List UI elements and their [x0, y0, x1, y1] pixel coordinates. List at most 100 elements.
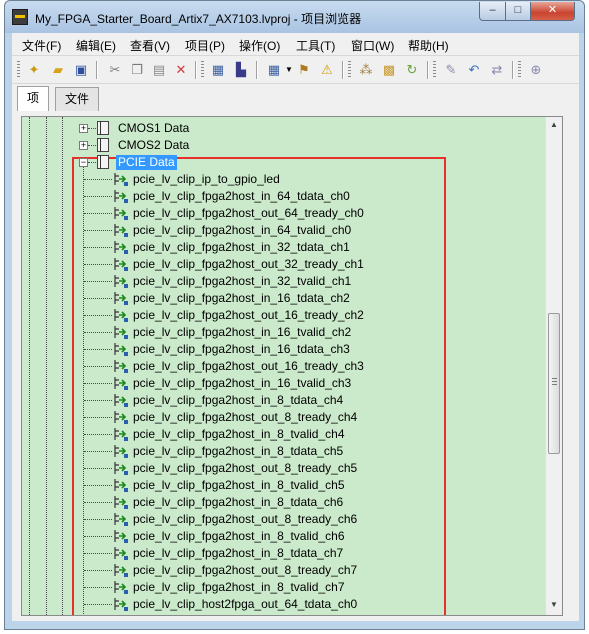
tree-item-row[interactable]: pcie_lv_clip_fpga2host_out_8_tready_ch6: [22, 511, 542, 528]
tree-item-row[interactable]: pcie_lv_clip_fpga2host_in_64_tdata_ch0: [22, 188, 542, 205]
tab-files[interactable]: 文件: [55, 87, 100, 111]
tree-item-label[interactable]: pcie_lv_clip_fpga2host_out_16_tready_ch2: [133, 308, 364, 323]
tree-folder-row[interactable]: + CMOS2 Data: [22, 137, 542, 154]
tree-item-label[interactable]: pcie_lv_clip_fpga2host_out_8_tready_ch6: [133, 512, 357, 527]
menu-project[interactable]: 项目(P): [185, 37, 225, 54]
tree-item-row[interactable]: pcie_lv_clip_host2fpga_out_64_tdata_ch0: [22, 596, 542, 613]
undo-icon[interactable]: ↶: [466, 62, 482, 78]
tree-item-row[interactable]: pcie_lv_clip_fpga2host_out_32_tready_ch1: [22, 256, 542, 273]
menu-help[interactable]: 帮助(H): [408, 37, 449, 54]
tree-folder-label[interactable]: CMOS1 Data: [118, 121, 189, 136]
copy-icon[interactable]: ❐: [129, 62, 145, 78]
tree-item-label[interactable]: pcie_lv_clip_fpga2host_in_8_tvalid_ch5: [133, 478, 345, 493]
menu-view[interactable]: 查看(V): [130, 37, 170, 54]
scroll-down-icon[interactable]: ▼: [546, 597, 562, 613]
tree-item-label[interactable]: pcie_lv_clip_fpga2host_in_8_tdata_ch5: [133, 444, 343, 459]
tree-item-row[interactable]: pcie_lv_clip_fpga2host_out_8_tready_ch4: [22, 409, 542, 426]
tree-item-row[interactable]: pcie_lv_clip_fpga2host_in_8_tvalid_ch4: [22, 426, 542, 443]
tree-item-row[interactable]: pcie_lv_clip_fpga2host_in_16_tvalid_ch2: [22, 324, 542, 341]
tree-item-label[interactable]: pcie_lv_clip_fpga2host_in_16_tdata_ch3: [133, 342, 350, 357]
cut-icon[interactable]: ✂: [107, 62, 123, 78]
tree-item-label[interactable]: pcie_lv_clip_host2fpga_out_64_tdata_ch0: [133, 597, 357, 612]
toolbar-grip[interactable]: [348, 61, 351, 79]
tree-item-row[interactable]: pcie_lv_clip_fpga2host_out_64_tready_ch0: [22, 205, 542, 222]
tree-item-row[interactable]: pcie_lv_clip_fpga2host_in_16_tdata_ch2: [22, 290, 542, 307]
tree-item-label[interactable]: pcie_lv_clip_fpga2host_in_8_tvalid_ch7: [133, 580, 345, 595]
tree-item-label[interactable]: pcie_lv_clip_fpga2host_in_32_tdata_ch1: [133, 240, 350, 255]
title-bar[interactable]: My_FPGA_Starter_Board_Artix7_AX7103.lvpr…: [5, 1, 584, 33]
tree-item-row[interactable]: pcie_lv_clip_fpga2host_in_32_tvalid_ch1: [22, 273, 542, 290]
tree-folder-row[interactable]: + CMOS1 Data: [22, 120, 542, 137]
chevron-down-icon[interactable]: ▼: [281, 62, 297, 78]
tree-item-row[interactable]: pcie_lv_clip_fpga2host_in_32_tdata_ch1: [22, 239, 542, 256]
tree-item-label[interactable]: pcie_lv_clip_fpga2host_in_32_tvalid_ch1: [133, 274, 351, 289]
view-options-icon[interactable]: ▦: [266, 62, 282, 78]
tree-item-label[interactable]: pcie_lv_clip_fpga2host_in_16_tvalid_ch2: [133, 325, 351, 340]
tree-folder-row[interactable]: − PCIE Data: [22, 154, 542, 171]
delete-icon[interactable]: ✕: [173, 62, 189, 78]
tree-item-label[interactable]: pcie_lv_clip_fpga2host_out_8_tready_ch5: [133, 461, 357, 476]
menu-file[interactable]: 文件(F): [22, 37, 61, 54]
tree-item-label[interactable]: pcie_lv_clip_fpga2host_out_8_tready_ch4: [133, 410, 357, 425]
tree-item-row[interactable]: pcie_lv_clip_fpga2host_out_8_tready_ch5: [22, 460, 542, 477]
menu-edit[interactable]: 编辑(E): [76, 37, 116, 54]
tree-item-label[interactable]: pcie_lv_clip_fpga2host_in_8_tdata_ch4: [133, 393, 343, 408]
menu-operate[interactable]: 操作(O): [239, 37, 280, 54]
tree-item-row[interactable]: pcie_lv_clip_fpga2host_in_8_tvalid_ch5: [22, 477, 542, 494]
tree-item-row[interactable]: pcie_lv_clip_fpga2host_in_8_tdata_ch5: [22, 443, 542, 460]
new-item-icon[interactable]: ✦: [26, 62, 42, 78]
menu-window[interactable]: 窗口(W): [351, 37, 394, 54]
tree-item-label[interactable]: pcie_lv_clip_fpga2host_in_8_tdata_ch7: [133, 546, 343, 561]
tree-item-label[interactable]: pcie_lv_clip_fpga2host_in_64_tdata_ch0: [133, 189, 350, 204]
tree-item-label[interactable]: pcie_lv_clip_fpga2host_in_8_tdata_ch6: [133, 495, 343, 510]
tree-item-row[interactable]: pcie_lv_clip_fpga2host_in_16_tvalid_ch3: [22, 375, 542, 392]
open-icon[interactable]: ▰: [50, 62, 66, 78]
edit-icon[interactable]: ✎: [443, 62, 459, 78]
tree-item-row[interactable]: pcie_lv_clip_fpga2host_in_8_tdata_ch6: [22, 494, 542, 511]
toolbar-grip[interactable]: [201, 61, 204, 79]
tree-item-label[interactable]: pcie_lv_clip_fpga2host_out_16_tready_ch3: [133, 359, 364, 374]
expand-icon[interactable]: +: [79, 141, 88, 150]
tab-items[interactable]: 项: [17, 86, 50, 112]
tree-item-label[interactable]: pcie_lv_clip_fpga2host_in_16_tvalid_ch3: [133, 376, 351, 391]
tree-item-label[interactable]: pcie_lv_clip_ip_to_gpio_led: [133, 172, 280, 187]
scroll-thumb[interactable]: [548, 313, 560, 454]
tree-item-label[interactable]: pcie_lv_clip_fpga2host_in_8_tvalid_ch4: [133, 427, 345, 442]
maximize-button[interactable]: □: [505, 2, 531, 21]
tree-folder-label[interactable]: CMOS2 Data: [118, 138, 189, 153]
tree-item-label[interactable]: pcie_lv_clip_fpga2host_in_64_tvalid_ch0: [133, 223, 351, 238]
tree-item-row[interactable]: pcie_lv_clip_fpga2host_in_8_tvalid_ch6: [22, 528, 542, 545]
tree-item-label[interactable]: pcie_lv_clip_fpga2host_in_16_tdata_ch2: [133, 291, 350, 306]
vertical-scrollbar[interactable]: ▲ ▼: [545, 117, 562, 615]
tree-item-row[interactable]: pcie_lv_clip_ip_to_gpio_led: [22, 171, 542, 188]
tree-item-row[interactable]: pcie_lv_clip_fpga2host_out_16_tready_ch3: [22, 358, 542, 375]
add-icon[interactable]: ⊕: [528, 62, 544, 78]
tree-item-row[interactable]: pcie_lv_clip_fpga2host_in_8_tvalid_ch7: [22, 579, 542, 596]
save-all-icon[interactable]: ▣: [73, 62, 89, 78]
minimize-button[interactable]: ‒: [479, 2, 506, 21]
tree-item-row[interactable]: pcie_lv_clip_fpga2host_in_8_tdata_ch7: [22, 545, 542, 562]
replace-icon[interactable]: ⇄: [489, 62, 505, 78]
tree-item-label[interactable]: pcie_lv_clip_fpga2host_in_8_tvalid_ch6: [133, 529, 345, 544]
build-icon[interactable]: ▦: [210, 62, 226, 78]
tree-folder-label[interactable]: PCIE Data: [116, 155, 177, 170]
warning-icon[interactable]: ⚠: [319, 62, 335, 78]
tree-item-row[interactable]: pcie_lv_clip_fpga2host_in_8_tdata_ch4: [22, 392, 542, 409]
tree-item-label[interactable]: pcie_lv_clip_fpga2host_out_64_tready_ch0: [133, 206, 364, 221]
tree-item-row[interactable]: pcie_lv_clip_fpga2host_out_16_tready_ch2: [22, 307, 542, 324]
scroll-up-icon[interactable]: ▲: [546, 117, 562, 133]
tree-item-row[interactable]: pcie_lv_clip_fpga2host_in_16_tdata_ch3: [22, 341, 542, 358]
package-icon[interactable]: ▩: [381, 62, 397, 78]
toolbar-grip[interactable]: [17, 61, 20, 79]
deploy-icon[interactable]: ▙: [233, 62, 249, 78]
group-icon[interactable]: ⁂: [358, 62, 374, 78]
toolbar-grip[interactable]: [518, 61, 521, 79]
project-tree[interactable]: ▲ ▼ + CMOS1 Data + CMOS2 Data − PCIE Data pcie…: [21, 116, 563, 616]
tree-item-row[interactable]: pcie_lv_clip_fpga2host_in_64_tvalid_ch0: [22, 222, 542, 239]
paste-icon[interactable]: ▤: [151, 62, 167, 78]
expand-icon[interactable]: +: [79, 124, 88, 133]
close-button[interactable]: ✕: [530, 2, 575, 21]
toolbar-grip[interactable]: [433, 61, 436, 79]
refresh-icon[interactable]: ↻: [404, 62, 420, 78]
tree-item-row[interactable]: pcie_lv_clip_fpga2host_out_8_tready_ch7: [22, 562, 542, 579]
